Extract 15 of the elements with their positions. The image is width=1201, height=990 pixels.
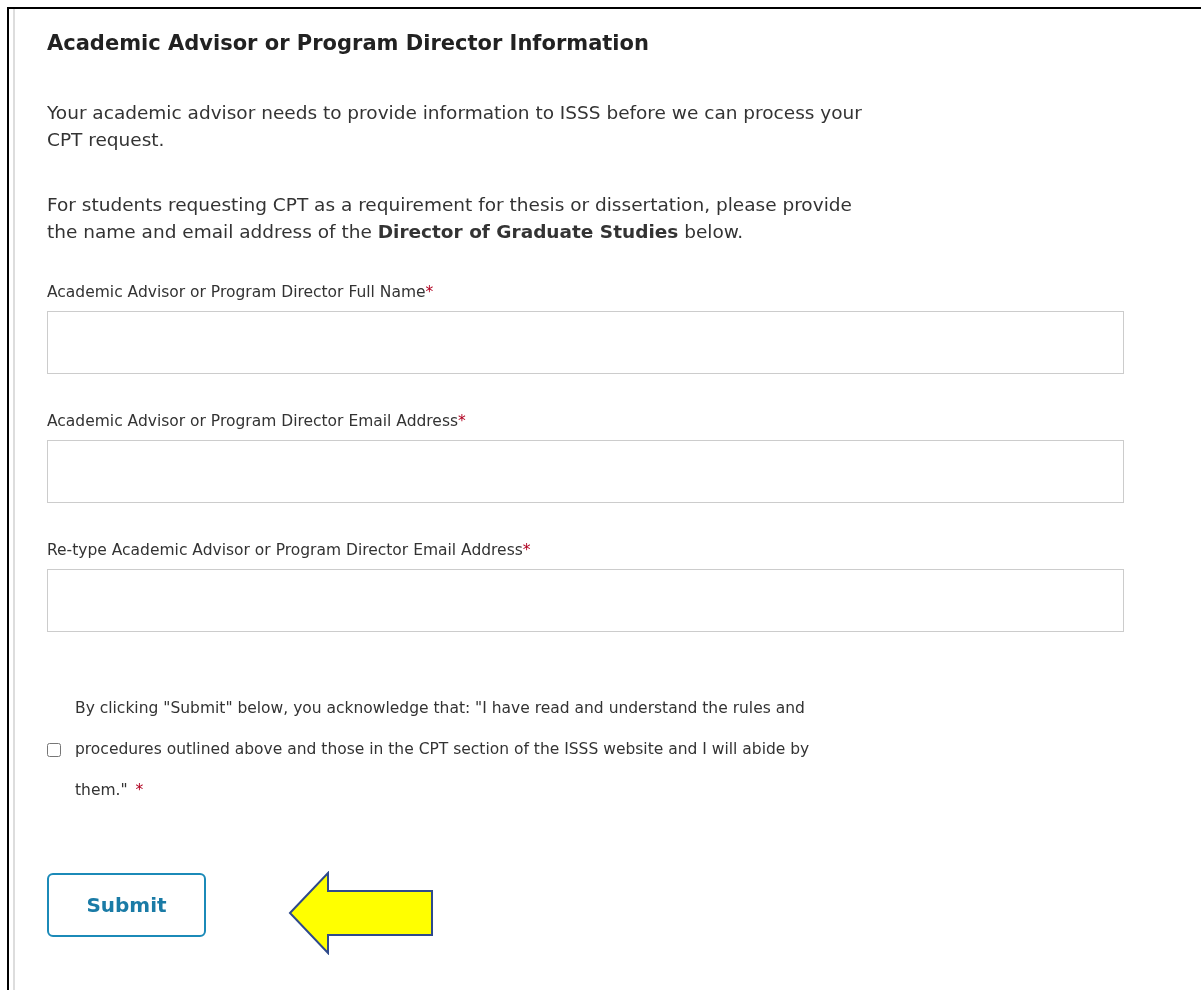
required-mark: * xyxy=(522,541,531,559)
acknowledgement-text: By clicking "Submit" below, you acknowledge that: "I have read and understand the rules and procedures outlined above and those in the CPT section of the ISSS website and I will abide by them." * xyxy=(75,698,810,801)
input-field[interactable] xyxy=(47,311,1124,374)
input-field[interactable] xyxy=(47,569,1124,632)
section-title: Academic Advisor or Program Director Information xyxy=(47,31,650,55)
field-label: Academic Advisor or Program Director Full Name xyxy=(47,283,426,301)
input-field[interactable] xyxy=(47,440,1124,503)
required-mark: * xyxy=(425,283,434,301)
submit-button[interactable]: Submit xyxy=(47,873,206,937)
checkbox[interactable] xyxy=(47,742,61,757)
field-label: Re-type Academic Advisor or Program Director Email Address xyxy=(47,541,523,559)
paragraph: Your academic advisor needs to provide information to ISSS before we can process your CPT request. xyxy=(47,101,863,152)
paragraph: For students requesting CPT as a requirement for thesis or dissertation, please provide the name and email address of the Director of Graduate Studies below. xyxy=(47,193,853,244)
required-mark: * xyxy=(458,412,466,430)
field-label: Academic Advisor or Program Director Email Address xyxy=(47,412,459,430)
